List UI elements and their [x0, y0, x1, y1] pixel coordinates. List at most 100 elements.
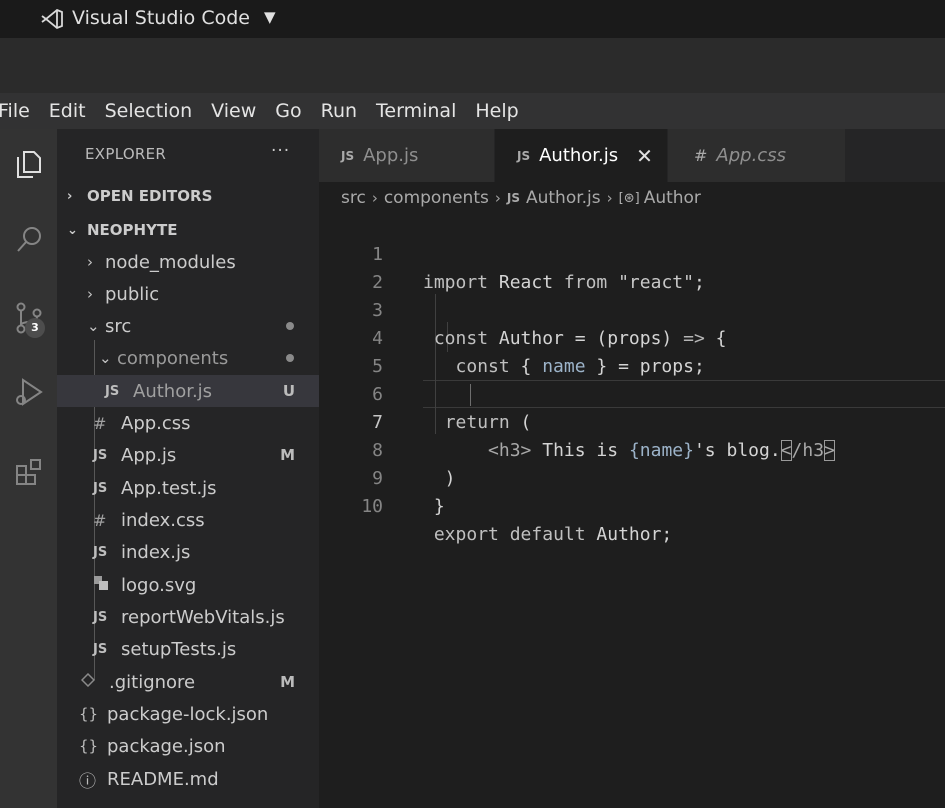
modified-dot-icon: [286, 322, 294, 330]
code-line-2: 2: [319, 241, 945, 293]
window-title-area: [0, 38, 945, 93]
breadcrumb-components[interactable]: components: [384, 188, 489, 208]
tree-item-public[interactable]: › public: [57, 278, 319, 310]
menu-go[interactable]: Go: [275, 100, 301, 122]
tree-item-label: setupTests.js: [121, 638, 237, 660]
chevron-right-icon: ›: [371, 189, 378, 207]
scm-badge: 3: [25, 318, 45, 338]
tree-item-components[interactable]: ⌄ components: [57, 342, 319, 374]
os-top-bar: Visual Studio Code ▼: [0, 0, 945, 38]
css-file-icon: #: [93, 510, 107, 530]
menu-file[interactable]: File: [0, 100, 30, 122]
tree-item-label: logo.svg: [121, 574, 197, 596]
code-line-10: 10 export default Author;: [319, 465, 945, 545]
extensions-icon[interactable]: [0, 447, 57, 497]
tree-item-index-css[interactable]: # index.css: [57, 504, 319, 536]
tree-item-label: index.css: [121, 509, 205, 531]
tree-item-label: package-lock.json: [107, 703, 269, 725]
menu-terminal[interactable]: Terminal: [376, 100, 456, 122]
menubar: File Edit Selection View Go Run Terminal…: [0, 93, 945, 129]
tab-app-js[interactable]: JS App.js: [319, 129, 495, 182]
project-section[interactable]: ⌄ NEOPHYTE: [57, 216, 319, 244]
tree-item-author-js[interactable]: JS Author.js U: [57, 375, 319, 407]
tree-item-label: node_modules: [105, 251, 236, 273]
tree-item-label: Author.js: [133, 380, 213, 402]
symbol-variable-icon: [⊛]: [618, 190, 640, 206]
breadcrumb-symbol[interactable]: Author: [644, 188, 701, 208]
chevron-down-icon: ⌄: [67, 222, 78, 238]
app-menu-caret-icon[interactable]: ▼: [264, 8, 276, 26]
modified-badge: M: [280, 446, 295, 464]
search-icon[interactable]: [0, 215, 57, 265]
tree-item-label: reportWebVitals.js: [121, 606, 285, 628]
open-editors-label: OPEN EDITORS: [87, 187, 213, 205]
js-file-icon: JS: [93, 480, 108, 496]
tab-author-js[interactable]: JS Author.js ✕: [495, 129, 668, 182]
tree-item-node-modules[interactable]: › node_modules: [57, 246, 319, 278]
run-debug-icon[interactable]: [0, 367, 57, 417]
tree-item-package-json[interactable]: {} package.json: [57, 730, 319, 762]
tree-item-app-test-js[interactable]: JS App.test.js: [57, 472, 319, 504]
js-file-icon: JS: [506, 191, 520, 205]
js-file-icon: JS: [517, 148, 531, 163]
css-file-icon: #: [93, 413, 107, 433]
menu-edit[interactable]: Edit: [49, 100, 86, 122]
tree-item-label: App.test.js: [121, 477, 217, 499]
tree-item-report-web-vitals[interactable]: JS reportWebVitals.js: [57, 601, 319, 633]
code-editor[interactable]: 1 import React from "react"; 2 3 const A…: [319, 210, 945, 808]
menu-run[interactable]: Run: [321, 100, 357, 122]
js-file-icon: JS: [341, 148, 355, 163]
line-number: 10: [361, 496, 383, 517]
tree-item-package-lock[interactable]: {} package-lock.json: [57, 698, 319, 730]
tab-app-css[interactable]: # App.css: [668, 129, 846, 182]
js-file-icon: JS: [93, 641, 108, 657]
chevron-right-icon: ›: [67, 188, 73, 204]
activity-bar: 3: [0, 129, 57, 808]
untracked-badge: U: [282, 382, 295, 400]
tree-item-label: src: [105, 315, 132, 337]
vscode-logo-icon: [41, 8, 63, 30]
code-line-4: 4 const { name } = props;: [319, 297, 945, 377]
info-icon: ⓘ: [79, 771, 96, 792]
code-line-6: 6 return (: [319, 353, 945, 433]
tree-item-gitignore[interactable]: .gitignore M: [57, 666, 319, 698]
more-actions-icon[interactable]: ···: [271, 141, 290, 161]
editor-tab-bar: JS App.js JS Author.js ✕ # App.css: [319, 129, 945, 182]
tree-item-src[interactable]: ⌄ src: [57, 310, 319, 342]
chevron-down-icon: ⌄: [87, 317, 100, 335]
modified-badge: M: [280, 673, 295, 691]
explorer-sidebar: EXPLORER ··· › OPEN EDITORS ⌄ NEOPHYTE ›…: [57, 129, 319, 808]
breadcrumb-src[interactable]: src: [341, 188, 366, 208]
tree-item-app-css[interactable]: # App.css: [57, 407, 319, 439]
breadcrumb-file[interactable]: Author.js: [526, 188, 601, 208]
json-file-icon: {}: [79, 705, 99, 723]
tree-item-setup-tests[interactable]: JS setupTests.js: [57, 633, 319, 665]
open-editors-section[interactable]: › OPEN EDITORS: [57, 182, 319, 210]
tree-item-label: .gitignore: [109, 671, 196, 693]
tree-item-label: components: [117, 347, 229, 369]
code-line-5: 5: [319, 325, 945, 377]
menu-help[interactable]: Help: [475, 100, 518, 122]
json-file-icon: {}: [79, 737, 99, 755]
image-file-icon: [93, 575, 111, 595]
menu-view[interactable]: View: [211, 100, 256, 122]
code-line-3: 3 const Author = (props) => {: [319, 269, 945, 349]
app-menu-title[interactable]: Visual Studio Code: [72, 7, 250, 29]
tree-item-index-js[interactable]: JS index.js: [57, 536, 319, 568]
tab-label: App.css: [716, 145, 786, 166]
tree-item-app-js[interactable]: JS App.js M: [57, 439, 319, 471]
tree-item-logo-svg[interactable]: logo.svg: [57, 569, 319, 601]
explorer-files-icon[interactable]: [0, 139, 57, 189]
code-text: export default Author;: [433, 524, 673, 545]
code-line-1: 1 import React from "react";: [319, 213, 945, 293]
explorer-title: EXPLORER: [85, 145, 167, 163]
chevron-down-icon: ⌄: [99, 349, 112, 367]
project-label: NEOPHYTE: [87, 221, 178, 239]
code-line-7: 7 <h3> This is {name}'s blog.</h3>: [319, 381, 945, 461]
menu-selection[interactable]: Selection: [105, 100, 193, 122]
code-line-9: 9 }: [319, 437, 945, 517]
close-tab-icon[interactable]: ✕: [636, 144, 653, 168]
js-file-icon: JS: [105, 383, 120, 399]
chevron-right-icon: ›: [606, 189, 613, 207]
tree-item-readme[interactable]: ⓘ README.md: [57, 763, 319, 795]
